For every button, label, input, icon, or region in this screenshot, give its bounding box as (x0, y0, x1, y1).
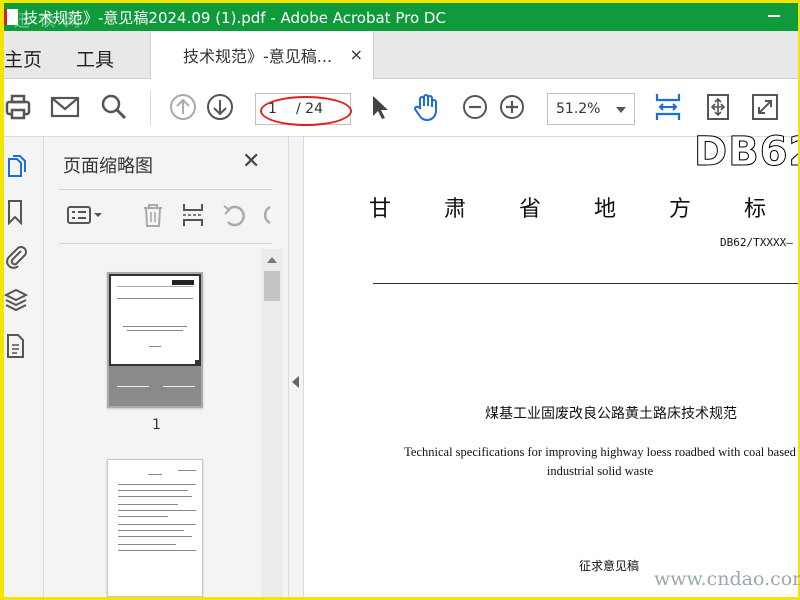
document-title-cn: 煤基工业固废改良公路黄土路床技术规范 (485, 406, 737, 422)
tools-tab[interactable]: 工具 (76, 45, 114, 72)
page-thumbnails-icon[interactable] (4, 155, 28, 181)
minimize-icon[interactable] (768, 15, 780, 17)
left-navigation-rail (4, 137, 44, 597)
panel-divider (59, 243, 272, 244)
document-properties-icon[interactable] (4, 333, 28, 359)
standard-code: DB62 (693, 129, 798, 176)
document-tab[interactable]: 技术规范》-意见稿... × (150, 31, 374, 79)
zoom-out-icon[interactable] (459, 91, 491, 123)
tab-bar: 主页 工具 技术规范》-意见稿... × (4, 31, 798, 79)
document-view[interactable]: DB62 甘 肃 省 地 方 标 DB62/TXXXX— 煤基工业固废改良公路黄… (304, 129, 798, 597)
thumbnail-options-icon[interactable] (66, 201, 106, 229)
home-tab[interactable]: 主页 (4, 45, 42, 72)
select-cursor-icon[interactable] (364, 91, 396, 123)
fit-page-icon[interactable] (702, 91, 734, 123)
window-title: 技术规范》-意见稿2024.09 (1).pdf - Adobe Acrobat… (23, 8, 446, 27)
watermark-logo: 迅 读 网 (14, 11, 83, 30)
header-char: 省 (519, 197, 542, 222)
header-char: 标 (744, 197, 767, 222)
panel-divider (59, 189, 272, 190)
watermark-url: www.cndao.com (654, 568, 800, 590)
email-icon[interactable] (49, 91, 81, 123)
zoom-value: 51.2% (556, 101, 601, 117)
panel-collapse-strip[interactable] (288, 137, 304, 597)
scroll-up-icon[interactable] (267, 257, 277, 263)
zoom-in-icon[interactable] (496, 91, 528, 123)
toolbar: 1 / 24 51.2% (4, 79, 798, 137)
thumbnail-page-label: 1 (152, 417, 161, 433)
thumbnail-scrollbar[interactable] (261, 249, 283, 597)
panel-title: 页面缩略图 (63, 156, 153, 177)
collapse-panel-icon[interactable] (292, 376, 299, 388)
close-icon[interactable]: ✕ (242, 149, 260, 174)
full-screen-icon[interactable] (749, 91, 781, 123)
header-char: 肃 (444, 197, 467, 222)
extract-page-icon[interactable] (178, 201, 208, 229)
header-char: 甘 (369, 197, 392, 222)
standard-number: DB62/TXXXX— (720, 236, 793, 249)
close-tab-icon[interactable]: × (350, 45, 363, 64)
fit-width-icon[interactable] (652, 91, 684, 123)
chevron-down-icon[interactable] (616, 107, 626, 113)
bookmark-icon[interactable] (4, 199, 28, 225)
delete-page-icon[interactable] (138, 201, 168, 229)
layers-icon[interactable] (4, 287, 28, 313)
document-tab-label: 技术规范》-意见稿... (183, 47, 333, 66)
search-icon[interactable] (98, 91, 130, 123)
attachment-icon[interactable] (4, 243, 28, 269)
rotate-clockwise-icon[interactable] (258, 201, 272, 229)
page-thumbnail-1[interactable] (107, 272, 203, 408)
acrobat-window: 技术规范》-意见稿2024.09 (1).pdf - Adobe Acrobat… (4, 3, 798, 597)
header-char: 方 (669, 197, 692, 222)
page-thumbnail-2[interactable] (107, 459, 203, 597)
title-bar: 技术规范》-意见稿2024.09 (1).pdf - Adobe Acrobat… (4, 3, 798, 31)
scrollbar-thumb[interactable] (264, 271, 280, 301)
draft-status: 征求意见稿 (579, 559, 640, 573)
print-icon[interactable] (4, 91, 36, 123)
zoom-select[interactable]: 51.2% (547, 93, 635, 125)
rotate-counterclockwise-icon[interactable] (220, 201, 250, 229)
document-title-en: Technical specifications for improving h… (404, 445, 796, 478)
highlight-ellipse (260, 96, 352, 126)
header-char: 地 (594, 197, 617, 222)
visible-area-box[interactable] (109, 274, 201, 366)
toolbar-divider (150, 91, 151, 125)
thumbnail-panel: 页面缩略图 ✕ 1 (44, 137, 288, 597)
hand-tool-icon[interactable] (410, 91, 442, 123)
header-rule (373, 283, 798, 284)
next-page-icon[interactable] (204, 91, 236, 123)
previous-page-icon[interactable] (167, 91, 199, 123)
